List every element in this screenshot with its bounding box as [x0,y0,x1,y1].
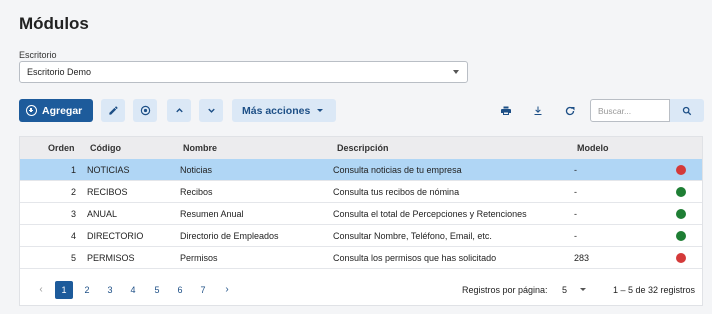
print-button[interactable] [498,103,513,118]
search-input[interactable]: Buscar... [590,99,670,122]
cell-descripcion: Consulta el total de Percepciones y Rete… [333,209,527,219]
add-button[interactable]: Agregar [19,99,93,122]
page-button-4[interactable]: 4 [124,281,142,299]
per-page-select[interactable]: 5 [562,281,567,299]
cell-nombre: Noticias [180,165,213,175]
page-button-1[interactable]: 1 [55,281,73,299]
header-nombre[interactable]: Nombre [183,137,217,159]
page-button-5[interactable]: 5 [148,281,166,299]
cell-modelo: - [574,165,577,175]
chevron-down-icon [453,70,459,74]
move-up-button[interactable] [167,99,191,122]
cell-nombre: Permisos [180,253,218,263]
page-button-6[interactable]: 6 [171,281,189,299]
cell-descripcion: Consulta noticias de tu empresa [333,165,462,175]
table-row[interactable]: 2 RECIBOS Recibos Consulta tus recibos d… [20,181,702,203]
next-page-button[interactable]: › [218,281,236,299]
cell-codigo: ANUAL [87,209,118,219]
status-indicator [676,253,686,263]
search-icon [682,106,692,115]
status-indicator [676,187,686,197]
chevron-up-icon [175,108,183,113]
cell-codigo: NOTICIAS [87,165,130,175]
more-actions-label: Más acciones [242,104,311,117]
search-button[interactable] [670,99,704,122]
more-actions-button[interactable]: Más acciones [232,99,336,122]
table-row[interactable]: 1 NOTICIAS Noticias Consulta noticias de… [20,159,702,181]
print-icon [500,106,511,115]
move-down-button[interactable] [199,99,223,122]
cell-codigo: PERMISOS [87,253,135,263]
status-indicator [676,231,686,241]
escritorio-select[interactable]: Escritorio Demo [19,61,468,83]
cell-orden: 1 [70,165,76,175]
cancel-button[interactable] [133,99,157,122]
cell-orden: 3 [70,209,76,219]
download-button[interactable] [530,103,545,118]
status-indicator [676,165,686,175]
header-descripcion[interactable]: Descripción [337,137,389,159]
download-icon [534,106,541,115]
header-codigo[interactable]: Código [90,137,121,159]
per-page-label: Registros por página: [462,285,548,295]
table-header: Orden Código Nombre Descripción Modelo [20,137,702,159]
escritorio-label: Escritorio [19,50,57,60]
cell-descripcion: Consulta los permisos que has solicitado [333,253,497,263]
cell-modelo: - [574,231,577,241]
caret-down-icon [580,288,586,291]
escritorio-select-value: Escritorio Demo [27,67,92,77]
cell-orden: 4 [70,231,76,241]
cell-modelo: - [574,187,577,197]
page-button-7[interactable]: 7 [194,281,212,299]
caret-down-icon [317,109,324,112]
chevron-down-icon [207,108,215,113]
cancel-circle-icon [140,105,150,116]
cell-nombre: Directorio de Empleados [180,231,279,241]
cell-descripcion: Consultar Nombre, Teléfono, Email, etc. [333,231,492,241]
cell-orden: 5 [70,253,76,263]
cell-nombre: Recibos [180,187,213,197]
add-button-label: Agregar [42,104,83,117]
pagination: ‹ 1 2 3 4 5 6 7 › Registros por página: … [20,277,702,303]
header-modelo[interactable]: Modelo [577,137,609,159]
plus-circle-icon [26,105,37,116]
page-button-3[interactable]: 3 [101,281,119,299]
cell-codigo: RECIBOS [87,187,128,197]
refresh-button[interactable] [562,103,577,118]
table-row[interactable]: 3 ANUAL Resumen Anual Consulta el total … [20,203,702,225]
cell-codigo: DIRECTORIO [87,231,144,241]
table-row[interactable]: 5 PERMISOS Permisos Consulta los permiso… [20,247,702,269]
refresh-icon [565,106,574,115]
cell-nombre: Resumen Anual [180,209,244,219]
prev-page-button[interactable]: ‹ [32,281,50,299]
pencil-icon [108,106,118,115]
cell-orden: 2 [70,187,76,197]
range-label: 1 – 5 de 32 registros [613,285,696,295]
cell-modelo: - [574,209,577,219]
header-orden[interactable]: Orden [48,137,75,159]
cell-modelo: 283 [574,253,590,263]
status-indicator [676,209,686,219]
toolbar: Agregar Más acciones Buscar... [19,99,705,122]
cell-descripcion: Consulta tus recibos de nómina [333,187,460,197]
page-button-2[interactable]: 2 [78,281,96,299]
table-row[interactable]: 4 DIRECTORIO Directorio de Empleados Con… [20,225,702,247]
modules-table: Orden Código Nombre Descripción Modelo 1… [19,136,703,306]
page-title: Módulos [19,14,89,33]
edit-button[interactable] [101,99,125,122]
